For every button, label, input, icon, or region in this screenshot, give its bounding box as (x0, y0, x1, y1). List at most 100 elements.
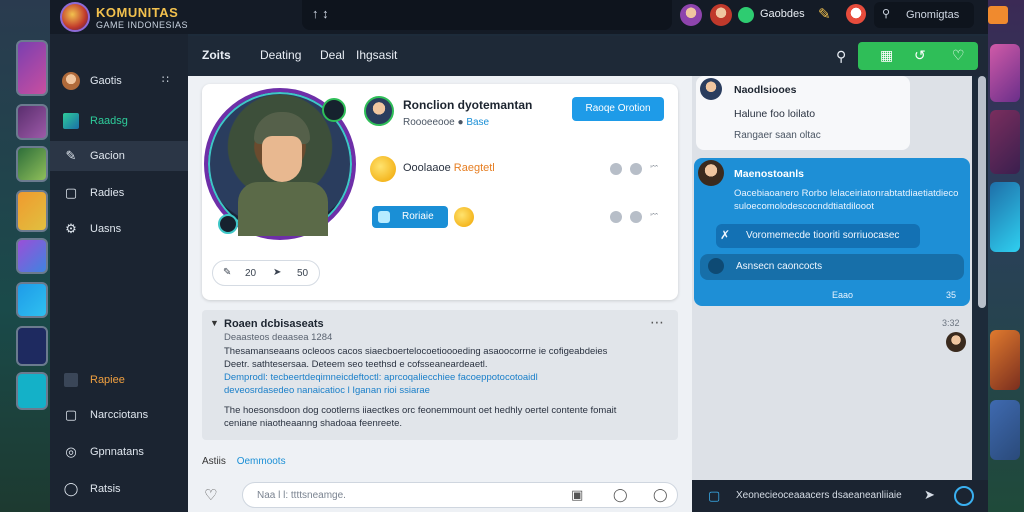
game-thumbnail[interactable] (16, 282, 48, 318)
chat-timestamp: Eaao (832, 290, 854, 300)
search-icon: ⚲ (882, 8, 891, 20)
chat-attachment-text: Asnsecn caoncocts (736, 261, 823, 272)
post-line-link[interactable]: Demprodl: tecbeertdeqimneicdeftoctl: apr… (224, 372, 538, 383)
tab-deal[interactable]: Deal (320, 48, 345, 62)
sidebar-item-label: Gaotis (90, 75, 122, 87)
avatar[interactable] (680, 4, 702, 26)
link-icon: ✗ (720, 228, 731, 242)
box-icon (62, 371, 80, 389)
camera-icon[interactable]: ▣ (571, 487, 583, 503)
game-thumbnail[interactable] (16, 104, 48, 140)
follow-button[interactable]: Raoqe Orotion (572, 97, 664, 121)
tab-zoits[interactable]: Zoits (202, 48, 231, 62)
game-thumbnail[interactable] (16, 238, 48, 274)
chat-attachment-row[interactable]: Asnsecn caoncocts (700, 254, 964, 280)
mic-icon[interactable] (954, 486, 974, 506)
logo-title: KOMUNITAS (96, 5, 179, 20)
actions-tab[interactable]: Astiis (202, 456, 226, 467)
sidebar-item-narcciotans[interactable]: ▢ Narcciotans (50, 400, 188, 430)
post-subtitle: Deaasteos deaasea 1284 (224, 332, 333, 343)
sidebar-item-uasns[interactable]: ⚙ Uasns (50, 214, 188, 244)
stat-right: 50 (297, 268, 309, 279)
game-thumbnail[interactable] (16, 190, 48, 232)
sidebar-item-label: Gpnnatans (90, 446, 144, 458)
comment-icon[interactable] (630, 211, 642, 223)
game-thumbnail[interactable] (16, 146, 48, 182)
comments-tab[interactable]: Oemmoots (237, 456, 286, 467)
attachment-icon (708, 258, 724, 274)
status-accent[interactable]: Raegtetl (454, 162, 495, 174)
location-icon[interactable]: ♡ (952, 47, 965, 64)
share-icon[interactable]: ↺ (914, 47, 926, 64)
more-icon[interactable]: ⋯ (650, 314, 664, 331)
sidebar-item-label: Radies (90, 187, 125, 199)
game-thumbnail[interactable] (16, 40, 48, 96)
chat-timestamp: 3:32 (942, 318, 960, 328)
heart-icon[interactable]: ♡ (204, 486, 217, 504)
notifications-avatar[interactable] (846, 4, 866, 24)
game-thumbnail[interactable] (16, 326, 48, 366)
image-icon (62, 112, 80, 130)
sidebar-item-gaotis[interactable]: Gaotis ∷ (50, 66, 188, 96)
search-icon[interactable]: ⚲ (836, 48, 846, 65)
gif-icon[interactable]: ◯ (613, 487, 628, 503)
pen-icon: ✎ (65, 148, 77, 163)
post-line-link[interactable]: deveosrdasedeo nanaicatioc l Iganan rioi… (224, 385, 430, 396)
image-icon[interactable]: ▢ (708, 488, 720, 504)
sidebar-item-gacion[interactable]: ✎ Gacion (50, 141, 188, 171)
game-thumbnail[interactable] (16, 372, 48, 410)
avatar[interactable] (700, 78, 722, 100)
game-thumbnail[interactable] (990, 182, 1020, 252)
level-badge-icon (322, 98, 346, 122)
sidebar-item-label: Narcciotans (90, 409, 149, 421)
meta-count: ’ˆˆ (650, 164, 658, 174)
bullet-icon: ▼ (210, 318, 219, 328)
game-thumbnail[interactable] (990, 400, 1020, 460)
rank-badge-icon (218, 214, 238, 234)
status-line: Ooolaaoe Raegtetl (403, 162, 495, 174)
comment-input[interactable]: Naa l l: ttttsneamge. ▣ ◯ ◯ (242, 482, 678, 508)
square-icon: ▢ (64, 185, 78, 200)
avatar[interactable] (710, 4, 732, 26)
gift-icon[interactable] (988, 6, 1008, 24)
post-line: Thesamanseaans ocleoos cacos siaecboerte… (224, 346, 608, 357)
avatar[interactable] (364, 96, 394, 126)
chat-message-line: Oacebiaoanero Rorbo lelaceiriatonrabtatd… (734, 188, 959, 199)
post-actions: Astiis Oemmoots (202, 456, 286, 467)
tab-deating[interactable]: Deating (260, 48, 301, 62)
pencil-icon[interactable]: ✎ (818, 5, 836, 23)
avatar[interactable] (698, 160, 724, 186)
chat-input[interactable]: ▢ Xeonecieoceaaacers dsaeaneanliiaie ➤ (692, 480, 988, 512)
grid-icon[interactable]: ∷ (162, 73, 169, 86)
tab-ihgsasit[interactable]: Ihgsasit (356, 48, 397, 62)
top-search-bar[interactable]: ↑ ↕ (302, 0, 672, 30)
game-thumbnail[interactable] (990, 110, 1020, 174)
emoji-icon[interactable] (454, 207, 474, 227)
meta-count: ’ˆˆ (650, 212, 658, 222)
comment-icon[interactable] (630, 163, 642, 175)
globe-icon: ◎ (65, 444, 77, 459)
chat-scrollbar[interactable] (978, 76, 986, 308)
toolbar-actions: ▦ ↺ ♡ (858, 42, 978, 70)
grid-icon[interactable]: ▦ (880, 47, 893, 64)
game-thumbnail[interactable] (990, 330, 1020, 390)
chat-link-row[interactable]: ✗ Voromemecde tiooriti sorriuocasec (716, 224, 920, 248)
sidebar-item-gpnnatans[interactable]: ◎ Gpnnatans (50, 437, 188, 467)
like-icon[interactable] (610, 163, 622, 175)
sidebar-item-rapiee[interactable]: Rapiee (50, 365, 188, 395)
like-icon[interactable] (610, 211, 622, 223)
sidebar-item-raadsg[interactable]: Raadsg (50, 106, 188, 136)
profile-subtitle-link[interactable]: Base (466, 117, 489, 128)
send-icon[interactable]: ◯ (653, 487, 668, 503)
send-icon[interactable]: ➤ (924, 487, 935, 503)
post-line: ceniane niaotheaanng shadoaa feenreete. (224, 418, 403, 429)
reaction-stats[interactable]: ✎ 20 ➤ 50 (212, 260, 320, 286)
community-logo[interactable] (60, 2, 90, 32)
global-search-input[interactable]: ⚲ Gnomigtas (874, 2, 974, 28)
sidebar-item-ratsis[interactable]: ◯ Ratsis (50, 474, 188, 504)
online-status-button[interactable]: Gaobdes (738, 5, 808, 25)
game-thumbnail[interactable] (990, 44, 1020, 102)
avatar[interactable] (946, 332, 966, 352)
action-button[interactable]: Roriaie (372, 206, 448, 228)
sidebar-item-radies[interactable]: ▢ Radies (50, 178, 188, 208)
